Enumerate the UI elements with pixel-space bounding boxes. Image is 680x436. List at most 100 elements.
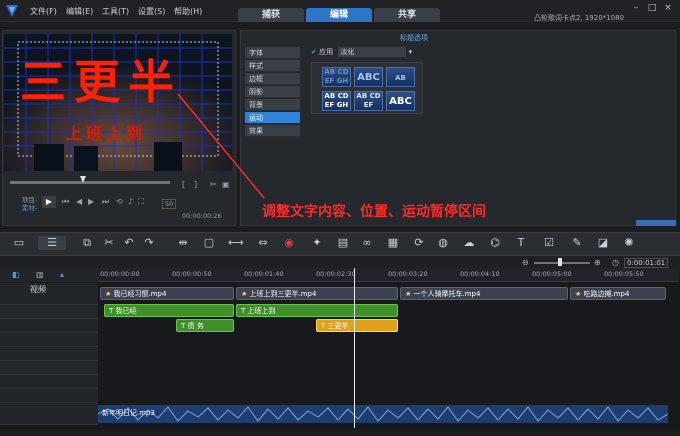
menu-file[interactable]: 文件(F) (30, 6, 57, 17)
track-music-1[interactable] (0, 361, 98, 375)
video-clip[interactable]: ★ 吃路边摊.mp4 (570, 287, 666, 300)
track-video-label: 视频 (30, 285, 46, 294)
text-icon[interactable]: T (514, 236, 528, 250)
option-tab-style[interactable]: 样式 (245, 60, 300, 72)
close-icon[interactable]: × (662, 3, 674, 13)
track-video[interactable]: 视频 (0, 283, 98, 305)
track-manager-icon[interactable]: ◧ (12, 270, 20, 279)
video-clip[interactable]: ★ 我已经习惯.mp4 (100, 287, 234, 300)
preview-title-big[interactable]: 三更半 (20, 46, 182, 112)
menu-tools[interactable]: 工具(T) (102, 6, 129, 17)
grid-icon[interactable]: ▦ (386, 236, 400, 250)
track-icon[interactable]: ⇔ (256, 236, 270, 250)
preset-gallery: AB CD EF GH ABC AB AB CD EF GH AB CD EF … (311, 62, 423, 114)
title-clip-selected[interactable]: T 三更半 (316, 319, 398, 332)
preview-title-small[interactable]: 上班上到 (66, 120, 146, 144)
copy-icon[interactable]: ⧉ (80, 236, 94, 250)
apply-row: ✔ 应用 淡化 ▾ (311, 47, 412, 57)
preset-item[interactable]: ABC (354, 67, 383, 87)
menu-settings[interactable]: 设置(S) (138, 6, 165, 17)
preview-timecode[interactable]: 00:00:00:26 (182, 212, 222, 220)
menu-help[interactable]: 帮助(H) (174, 6, 202, 17)
zoom-in-icon[interactable]: ⊕ (594, 258, 601, 267)
mixer-icon[interactable]: ◉ (282, 236, 296, 250)
minimize-icon[interactable]: – (630, 3, 642, 13)
star-icon: ★ (405, 290, 414, 298)
next-frame-icon[interactable]: ▶ (88, 197, 94, 206)
ruler-tick-label: 00:00:00:00 (100, 270, 140, 278)
end-icon[interactable]: ⏭ (102, 197, 109, 207)
clock-icon: ◷ (612, 258, 619, 267)
maximize-icon[interactable]: □ (646, 3, 658, 13)
audio-clip[interactable]: 新年明日记.mp3 (98, 405, 668, 423)
option-tab-font[interactable]: 字体 (245, 47, 300, 59)
storyboard-view-icon[interactable]: ▭ (12, 236, 26, 250)
motion-select[interactable]: 淡化 (338, 47, 407, 57)
play-button[interactable]: ▶ (42, 196, 56, 208)
undo-icon[interactable]: ↶ (122, 236, 136, 250)
ruler-tick-label: 00:00:03:20 (388, 270, 428, 278)
checklist-icon[interactable]: ☑ (542, 236, 556, 250)
track-title-2[interactable] (0, 333, 98, 347)
path-icon[interactable]: ⌬ (488, 236, 502, 250)
tools-icon[interactable]: ✂ (102, 236, 116, 250)
crop-icon[interactable]: ◪ (596, 236, 610, 250)
timeline-timecode[interactable]: 0:00:01:01 (624, 258, 669, 268)
trim-icon[interactable]: ⟷ (228, 236, 244, 250)
timeline-view-icon[interactable]: ☰ (38, 236, 66, 250)
track-overlay[interactable] (0, 305, 98, 319)
start-icon[interactable]: ⏮ (62, 197, 69, 207)
edit-icon[interactable]: ✎ (570, 236, 584, 250)
title-clip[interactable]: T 我已经 (104, 304, 234, 317)
ruler-tick-label: 00:00:04:10 (460, 270, 500, 278)
redo-icon[interactable]: ↷ (142, 236, 156, 250)
options-title: 标题选项 (400, 34, 428, 42)
star-icon: ★ (241, 290, 250, 298)
apply-checkbox-icon[interactable]: ✔ (311, 48, 317, 56)
prev-frame-icon[interactable]: ◀ (76, 197, 82, 206)
chapter-icon[interactable]: ▥ (36, 270, 44, 279)
panel-mini-icons[interactable] (636, 220, 676, 226)
playhead[interactable] (354, 268, 355, 428)
tab-share[interactable]: 共享 (374, 8, 440, 22)
track-music-2[interactable] (0, 375, 98, 389)
preset-item[interactable]: ABC (386, 91, 415, 111)
effect-icon[interactable]: ✺ (622, 236, 636, 250)
track-music-4[interactable] (0, 403, 98, 425)
chevron-down-icon[interactable]: ▾ (409, 48, 413, 56)
zoom-slider[interactable] (534, 262, 590, 264)
audio-waveform (98, 406, 668, 422)
record-icon[interactable]: ▢ (202, 236, 216, 250)
volume-icon[interactable]: ♪ (128, 197, 133, 206)
zoom-slider-handle[interactable] (558, 258, 562, 266)
loop-icon[interactable]: ⟳ (412, 236, 426, 250)
repeat-icon[interactable]: ⟲ (116, 197, 123, 206)
mask-icon[interactable]: ◍ (436, 236, 450, 250)
chain-icon[interactable]: ∞ (360, 236, 374, 250)
track-title-1[interactable] (0, 319, 98, 333)
preset-item[interactable]: AB CD EF (354, 91, 383, 111)
ripple-icon[interactable]: ▴ (60, 270, 64, 279)
motion-icon[interactable]: ✦ (310, 236, 324, 250)
video-clip[interactable]: ★ 一个人骑摩托车.mp4 (400, 287, 568, 300)
fullscreen-icon[interactable]: ⛶ (138, 197, 144, 207)
subtitle-icon[interactable]: ▤ (336, 236, 350, 250)
tab-capture[interactable]: 捕获 (238, 8, 304, 22)
video-clip[interactable]: ★ 上班上到三更半.mp4 (236, 287, 398, 300)
title-clip[interactable]: T 债 务 (176, 319, 234, 332)
zoom-out-icon[interactable]: ⊖ (522, 258, 529, 267)
tab-edit[interactable]: 编辑 (306, 8, 372, 22)
track-voice[interactable] (0, 347, 98, 361)
scrub-bar[interactable] (10, 181, 170, 184)
preset-item[interactable]: AB CD EF GH (322, 91, 351, 111)
cloud-icon[interactable]: ☁ (462, 236, 476, 250)
menu-edit[interactable]: 编辑(E) (66, 6, 93, 17)
mode-clip[interactable]: 素材- (22, 202, 37, 212)
title-clip[interactable]: T 上班上到 (236, 304, 398, 317)
option-tab-border[interactable]: 边框 (245, 73, 300, 85)
track-music-3[interactable] (0, 389, 98, 403)
preset-item[interactable]: AB CD EF GH (322, 67, 351, 87)
fit-icon[interactable]: ⇹ (176, 236, 190, 250)
workspace-tabs: 捕获 编辑 共享 (238, 8, 440, 22)
preset-item[interactable]: AB (386, 67, 415, 87)
